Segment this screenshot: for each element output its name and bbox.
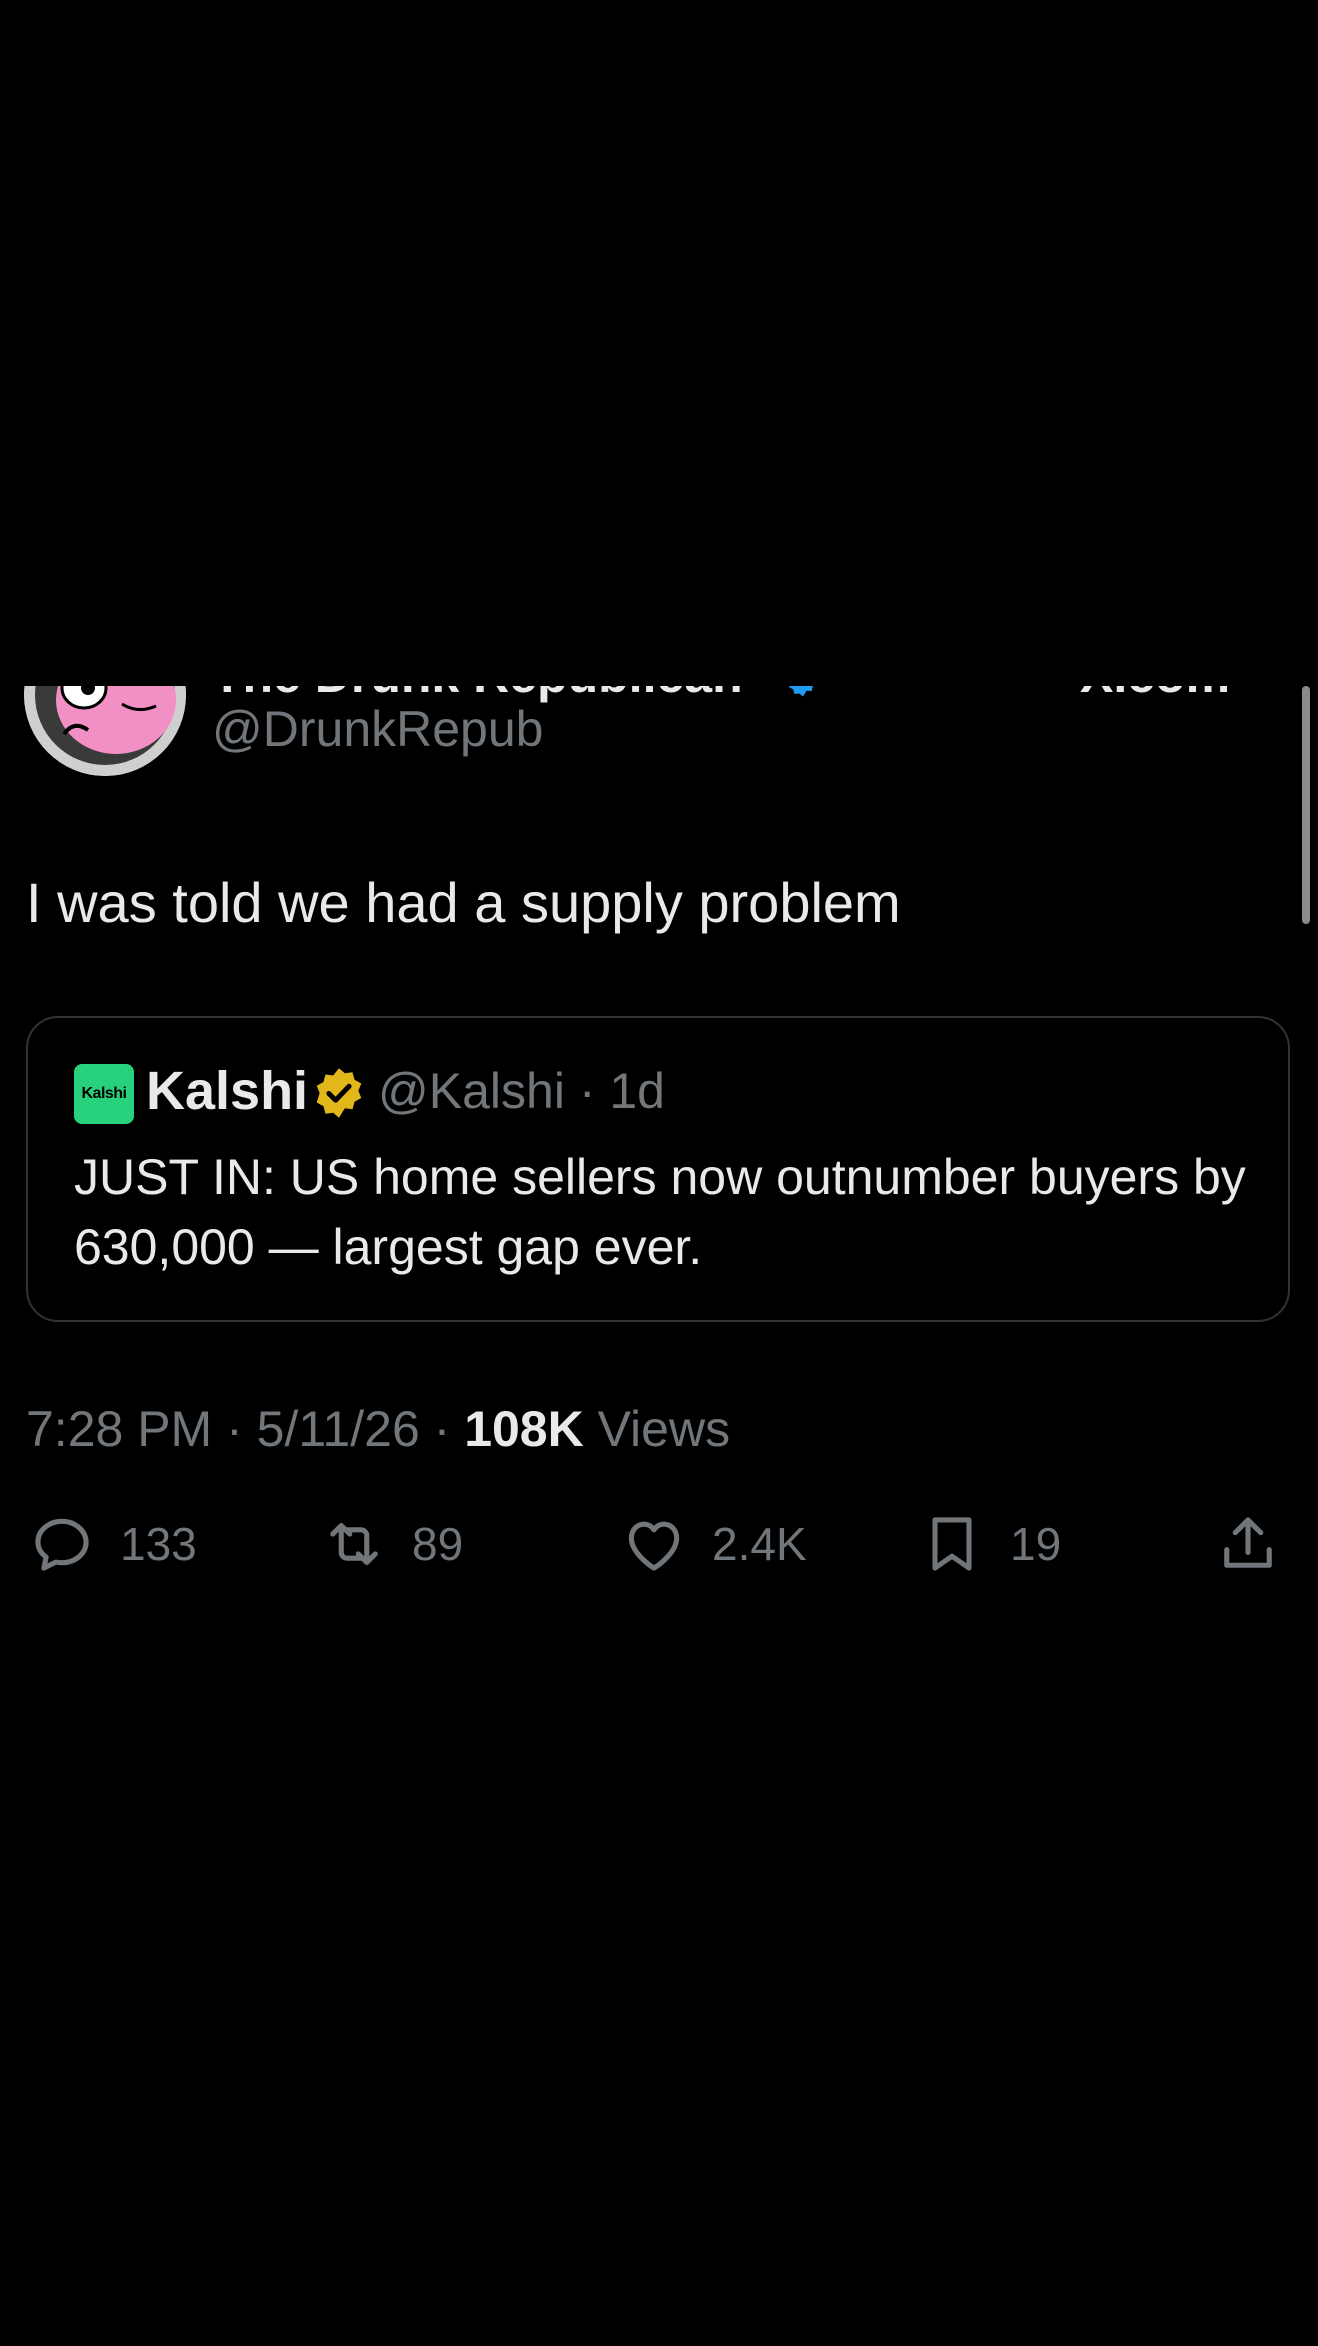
author-avatar[interactable]: [24, 686, 186, 776]
quoted-post[interactable]: Kalshi Kalshi @Kalshi · 1d JUST IN: US h…: [26, 1016, 1290, 1322]
header-right-text: X.com: [1080, 686, 1230, 704]
kalshi-logo: Kalshi: [74, 1064, 134, 1124]
repost-button[interactable]: 89: [320, 1508, 463, 1580]
post-timestamp: 7:28 PM · 5/11/26 ·: [26, 1401, 465, 1457]
repost-count: 89: [412, 1518, 464, 1570]
post-text: I was told we had a supply problem: [26, 871, 901, 934]
avatar-image: [24, 686, 186, 776]
bookmark-button[interactable]: 19: [918, 1508, 1061, 1580]
share-button[interactable]: [1214, 1508, 1282, 1580]
repost-icon: [330, 1523, 378, 1565]
gold-verified-badge-icon: [316, 1068, 362, 1118]
reply-icon: [35, 1518, 89, 1571]
quoted-author-name: Kalshi: [146, 1061, 309, 1121]
verified-badge-icon: [788, 686, 814, 697]
like-icon: [628, 1521, 680, 1571]
like-button[interactable]: 2.4K: [620, 1508, 807, 1580]
bookmark-icon: [932, 1517, 972, 1571]
author-handle[interactable]: @DrunkRepub: [212, 700, 543, 758]
views-label: Views: [583, 1401, 731, 1457]
reply-count: 133: [120, 1518, 197, 1570]
reply-button[interactable]: 133: [28, 1508, 197, 1580]
views-count[interactable]: 108K: [464, 1401, 584, 1457]
post-header: The Drunk Republican X.com @DrunkRepub: [0, 686, 1318, 796]
quoted-handle-time: @Kalshi · 1d: [378, 1063, 665, 1119]
like-count: 2.4K: [712, 1518, 807, 1570]
bookmark-count: 19: [1010, 1518, 1062, 1570]
quoted-body-text: JUST IN: US home sellers now outnumber b…: [74, 1149, 1246, 1275]
share-icon: [1224, 1517, 1272, 1568]
scrollbar[interactable]: [1302, 686, 1310, 924]
post-metadata: 7:28 PM · 5/11/26 · 108K Views: [26, 1400, 730, 1458]
